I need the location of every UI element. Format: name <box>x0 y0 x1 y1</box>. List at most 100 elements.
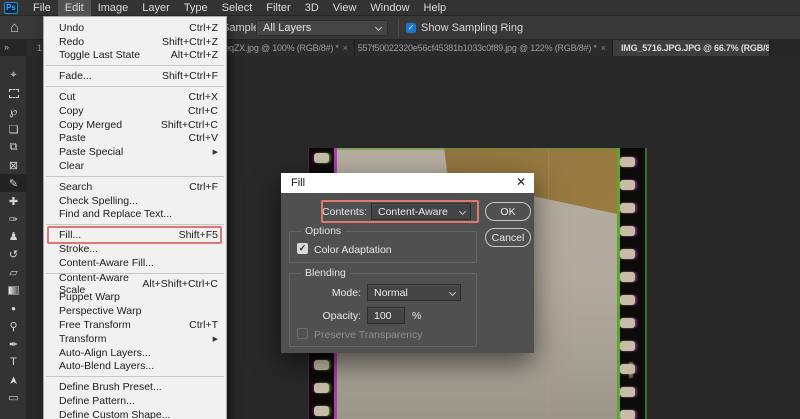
blur-tool[interactable]: ● <box>0 300 27 318</box>
menu-item-shortcut: Shift+F5 <box>179 229 218 241</box>
close-icon[interactable]: ✕ <box>516 175 526 189</box>
dodge-tool[interactable]: ⚲ <box>0 317 27 335</box>
menu-item-label: Find and Replace Text... <box>59 208 172 220</box>
move-tool[interactable]: ⌖ <box>0 67 27 85</box>
menu-item-check-spelling[interactable]: Check Spelling... <box>44 194 226 208</box>
film-edge-code <box>629 362 633 378</box>
menubar-item-layer[interactable]: Layer <box>135 0 177 16</box>
color-adaptation-checkbox[interactable]: ✓ <box>297 243 308 254</box>
crop-tool[interactable]: ⧉ <box>0 139 27 157</box>
marquee-icon <box>9 89 19 98</box>
toolbar-collapse-icon[interactable]: » <box>4 42 8 52</box>
menu-item-label: Define Pattern... <box>59 395 135 407</box>
menu-item-redo[interactable]: RedoShift+Ctrl+Z <box>44 35 226 49</box>
history-brush-tool[interactable]: ↺ <box>0 246 27 264</box>
photoshop-logo[interactable]: Ps <box>4 2 18 14</box>
menu-item-define-custom-shape[interactable]: Define Custom Shape... <box>44 408 226 419</box>
menu-item-free-transform[interactable]: Free TransformCtrl+T <box>44 318 226 332</box>
clone-stamp-tool[interactable]: ♟ <box>0 228 27 246</box>
menubar-item-3d[interactable]: 3D <box>298 0 326 16</box>
tab-close-icon[interactable]: × <box>343 43 354 53</box>
menu-item-find-and-replace-text[interactable]: Find and Replace Text... <box>44 208 226 222</box>
submenu-arrow-icon: ▶ <box>213 335 218 343</box>
home-icon[interactable]: ⌂ <box>10 19 19 36</box>
menu-item-shortcut: Alt+Ctrl+Z <box>171 49 218 61</box>
sprocket-hole <box>620 203 635 213</box>
fill-dialog: Fill ✕ Contents: Content-Aware OK Cancel… <box>281 173 534 353</box>
menu-item-copy-merged[interactable]: Copy MergedShift+Ctrl+C <box>44 118 226 132</box>
menu-item-stroke[interactable]: Stroke... <box>44 242 226 256</box>
type-tool[interactable]: T <box>0 353 27 371</box>
menu-item-shortcut: Ctrl+F <box>189 181 218 193</box>
brush-tool[interactable]: ✑ <box>0 210 27 228</box>
menubar-item-image[interactable]: Image <box>91 0 136 16</box>
sprocket-hole <box>620 387 635 397</box>
menu-item-content-aware-scale[interactable]: Content-Aware ScaleAlt+Shift+Ctrl+C <box>44 277 226 291</box>
menu-item-puppet-warp[interactable]: Puppet Warp <box>44 291 226 305</box>
menu-item-label: Fill... <box>59 229 81 241</box>
menu-item-paste-special[interactable]: Paste Special▶ <box>44 145 226 159</box>
menu-item-shortcut: Ctrl+X <box>189 91 218 103</box>
menu-item-toggle-last-state[interactable]: Toggle Last StateAlt+Ctrl+Z <box>44 49 226 63</box>
menu-item-define-pattern[interactable]: Define Pattern... <box>44 394 226 408</box>
photoshop-window: Very Friday!! Ps FileEditImageLayerTypeS… <box>0 0 800 419</box>
contents-dropdown[interactable]: Content-Aware <box>371 203 471 220</box>
object-selection-tool[interactable]: ❏ <box>0 121 27 139</box>
menu-item-transform[interactable]: Transform▶ <box>44 332 226 346</box>
frame-tool[interactable]: ⊠ <box>0 156 27 174</box>
mode-dropdown[interactable]: Normal <box>367 284 461 301</box>
clone-stamp-tool-icon: ♟ <box>9 230 19 243</box>
document-tab-2[interactable]: 557f50022320e56cf45381b1033c0f89.jpg @ 1… <box>355 40 613 56</box>
pen-tool[interactable]: ✒ <box>0 335 27 353</box>
ok-button[interactable]: OK <box>485 202 531 221</box>
cancel-button[interactable]: Cancel <box>485 228 531 247</box>
menu-item-fade[interactable]: Fade...Shift+Ctrl+F <box>44 69 226 83</box>
rectangle-shape-tool[interactable]: ▭ <box>0 389 27 407</box>
menu-item-auto-blend-layers[interactable]: Auto-Blend Layers... <box>44 360 226 374</box>
menubar-item-edit[interactable]: Edit <box>58 0 91 16</box>
tab-label: 557f50022320e56cf45381b1033c0f89.jpg @ 1… <box>355 43 601 53</box>
menubar-item-help[interactable]: Help <box>417 0 454 16</box>
menu-item-copy[interactable]: CopyCtrl+C <box>44 104 226 118</box>
show-sampling-ring-checkbox[interactable]: ✓ <box>406 23 416 33</box>
preserve-transparency-label: Preserve Transparency <box>314 329 423 341</box>
opacity-input[interactable]: 100 <box>367 307 405 324</box>
menu-item-undo[interactable]: UndoCtrl+Z <box>44 21 226 35</box>
path-selection-tool-icon: ➤ <box>7 375 20 384</box>
fill-dialog-titlebar[interactable]: Fill ✕ <box>281 173 534 193</box>
sample-dropdown[interactable]: All Layers <box>256 20 388 36</box>
eyedropper-tool[interactable]: ✎ <box>0 174 27 192</box>
menubar-item-filter[interactable]: Filter <box>259 0 297 16</box>
menu-item-label: Undo <box>59 22 84 34</box>
move-tool-icon: ⌖ <box>10 69 16 82</box>
healing-brush-tool[interactable]: ✚ <box>0 192 27 210</box>
menubar-item-view[interactable]: View <box>326 0 364 16</box>
opacity-label: Opacity: <box>311 310 361 322</box>
mode-label: Mode: <box>311 287 361 299</box>
blur-tool-icon: ● <box>11 304 16 313</box>
menubar-item-type[interactable]: Type <box>177 0 215 16</box>
menu-item-fill[interactable]: Fill... Shift+F5 <box>44 228 226 242</box>
eraser-tool[interactable]: ▱ <box>0 264 27 282</box>
menu-item-label: Stroke... <box>59 243 98 255</box>
menu-item-define-brush-preset[interactable]: Define Brush Preset... <box>44 380 226 394</box>
menu-item-clear[interactable]: Clear <box>44 159 226 173</box>
document-tab-3[interactable]: IMG_5716.JPG.JPG @ 66.7% (RGB/8)× <box>613 40 770 56</box>
rectangular-marquee-tool[interactable] <box>0 85 27 103</box>
menubar-item-select[interactable]: Select <box>215 0 260 16</box>
menubar-item-window[interactable]: Window <box>363 0 416 16</box>
submenu-arrow-icon: ▶ <box>213 148 218 156</box>
gradient-tool[interactable] <box>0 282 27 300</box>
menu-item-search[interactable]: SearchCtrl+F <box>44 180 226 194</box>
sample-dropdown-value: All Layers <box>263 22 311 34</box>
lasso-tool[interactable]: ℘ <box>0 103 27 121</box>
menu-item-label: Content-Aware Fill... <box>59 257 154 269</box>
menu-item-content-aware-fill[interactable]: Content-Aware Fill... <box>44 256 226 270</box>
menu-item-paste[interactable]: PasteCtrl+V <box>44 132 226 146</box>
path-selection-tool[interactable]: ➤ <box>0 371 27 389</box>
tab-close-icon[interactable]: × <box>601 43 612 53</box>
menu-item-perspective-warp[interactable]: Perspective Warp <box>44 304 226 318</box>
menu-item-cut[interactable]: CutCtrl+X <box>44 90 226 104</box>
menubar-item-file[interactable]: File <box>26 0 58 16</box>
menu-item-auto-align-layers[interactable]: Auto-Align Layers... <box>44 346 226 360</box>
